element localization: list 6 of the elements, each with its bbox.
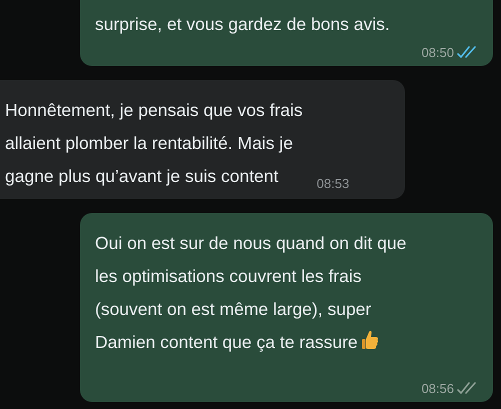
message-time: 08:53: [316, 176, 350, 191]
message-time: 08:56: [421, 381, 454, 396]
message-text: Oui on est sur de nous quand on dit que les optimisations couvrent les frais (souvent on est même large), super Damien content que ça te rassure: [95, 233, 406, 352]
message-time: 08:50: [421, 45, 454, 60]
message-text: Honnêtement, je pensais que vos frais allaient plomber la rentabilité. Mais je gagne plus qu’avant je suis content: [5, 99, 303, 188]
message-text: surprise, et vous gardez de bons avis.: [95, 14, 390, 34]
